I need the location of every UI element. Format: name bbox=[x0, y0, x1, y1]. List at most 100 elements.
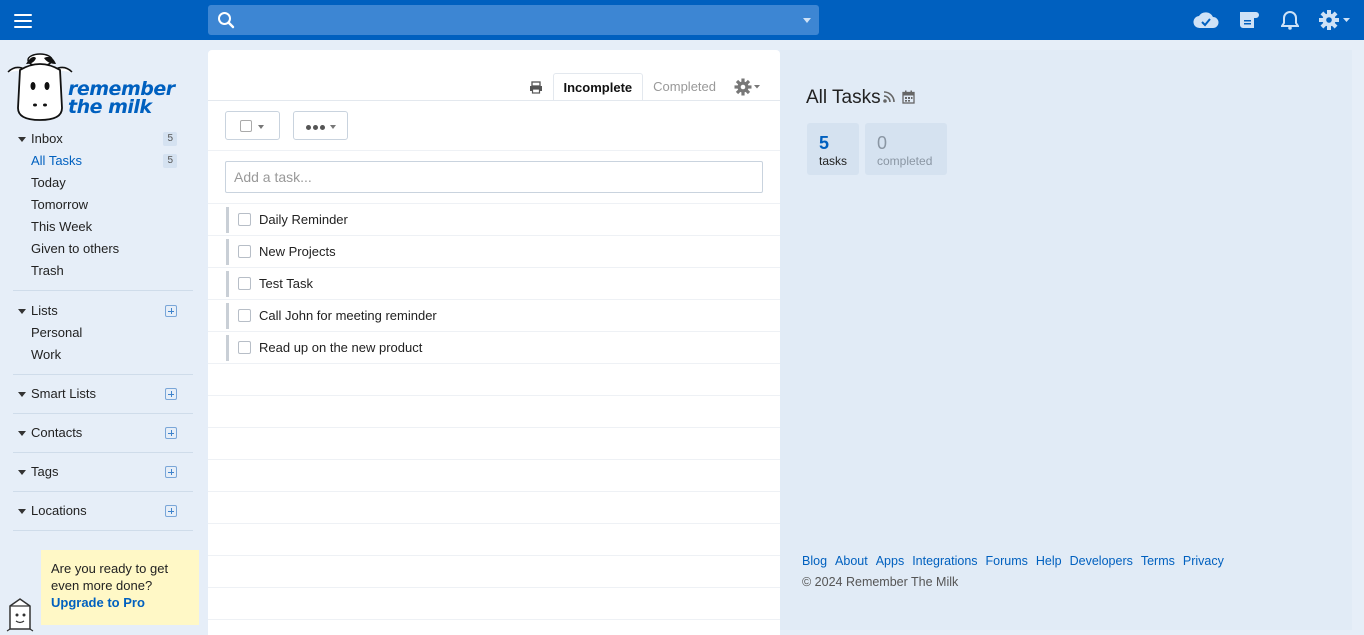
footer-link-privacy[interactable]: Privacy bbox=[1183, 554, 1224, 568]
footer-link-developers[interactable]: Developers bbox=[1070, 554, 1133, 568]
stat-label: completed bbox=[877, 154, 933, 168]
sidebar-item-lists[interactable]: Lists bbox=[13, 300, 193, 322]
divider bbox=[13, 290, 193, 291]
divider bbox=[13, 452, 193, 453]
collapse-triangle-icon[interactable] bbox=[18, 137, 26, 142]
footer-link-blog[interactable]: Blog bbox=[802, 554, 827, 568]
promo-text: Are you ready to get even more done? bbox=[51, 561, 169, 593]
sidebar-item-label: Trash bbox=[31, 263, 64, 278]
sidebar-item-label: Given to others bbox=[31, 241, 120, 256]
search-icon bbox=[218, 12, 235, 29]
milk-carton-icon bbox=[6, 598, 34, 632]
empty-row bbox=[208, 555, 780, 587]
sidebar: remember the milk Inbox 5 All Tasks 5 To… bbox=[0, 40, 208, 635]
footer-link-forums[interactable]: Forums bbox=[986, 554, 1028, 568]
collapse-triangle-icon[interactable] bbox=[18, 309, 26, 314]
checkbox-icon bbox=[240, 120, 252, 132]
stat-number: 0 bbox=[877, 133, 888, 153]
tab-incomplete[interactable]: Incomplete bbox=[552, 73, 644, 101]
sync-cloud-icon[interactable] bbox=[1192, 8, 1220, 32]
task-name: New Projects bbox=[259, 244, 336, 259]
task-checkbox[interactable] bbox=[238, 309, 251, 322]
add-smart-list-icon[interactable] bbox=[165, 388, 177, 400]
remember-the-milk-logo[interactable]: remember the milk bbox=[6, 50, 176, 122]
task-checkbox[interactable] bbox=[238, 213, 251, 226]
stat-label: tasks bbox=[819, 154, 848, 168]
tab-completed[interactable]: Completed bbox=[643, 73, 726, 101]
sidebar-item-this-week[interactable]: This Week bbox=[13, 216, 193, 238]
notes-icon[interactable] bbox=[1234, 8, 1262, 32]
collapse-triangle-icon[interactable] bbox=[18, 392, 26, 397]
sidebar-item-given-to-others[interactable]: Given to others bbox=[13, 238, 193, 260]
footer-links: Blog About Apps Integrations Forums Help… bbox=[802, 554, 1224, 568]
search-options-chevron-icon[interactable] bbox=[803, 18, 811, 23]
add-list-icon[interactable] bbox=[165, 305, 177, 317]
upgrade-promo: Are you ready to get even more done? Upg… bbox=[41, 550, 199, 625]
menu-icon[interactable] bbox=[14, 11, 42, 31]
collapse-triangle-icon[interactable] bbox=[18, 509, 26, 514]
task-checkbox[interactable] bbox=[238, 245, 251, 258]
cow-mascot-icon bbox=[7, 53, 73, 121]
collapse-triangle-icon[interactable] bbox=[18, 431, 26, 436]
sidebar-item-inbox[interactable]: Inbox 5 bbox=[13, 128, 193, 150]
collapse-triangle-icon[interactable] bbox=[18, 470, 26, 475]
count-badge: 5 bbox=[163, 154, 177, 168]
footer-link-about[interactable]: About bbox=[835, 554, 868, 568]
list-settings-gear-icon[interactable] bbox=[734, 78, 764, 96]
task-row[interactable]: New Projects bbox=[208, 235, 780, 267]
sidebar-item-contacts[interactable]: Contacts bbox=[13, 422, 193, 444]
completed-count-stat[interactable]: 0 completed bbox=[865, 123, 947, 175]
add-task-input[interactable] bbox=[225, 161, 763, 193]
sidebar-item-tomorrow[interactable]: Tomorrow bbox=[13, 194, 193, 216]
task-row[interactable]: Call John for meeting reminder bbox=[208, 299, 780, 331]
logo-text: remember the milk bbox=[68, 78, 175, 118]
task-list-panel: Incomplete Completed Daily Reminder New … bbox=[208, 50, 780, 635]
footer-link-apps[interactable]: Apps bbox=[876, 554, 905, 568]
print-icon[interactable] bbox=[529, 80, 543, 94]
more-actions-button[interactable] bbox=[293, 111, 348, 140]
task-checkbox[interactable] bbox=[238, 277, 251, 290]
sidebar-item-label: Inbox bbox=[31, 131, 63, 146]
tasks-count-stat[interactable]: 5 tasks bbox=[807, 123, 859, 175]
footer-link-integrations[interactable]: Integrations bbox=[912, 554, 977, 568]
search-input[interactable] bbox=[244, 9, 794, 31]
sidebar-item-label: Lists bbox=[31, 303, 58, 318]
sidebar-item-label: Personal bbox=[31, 325, 83, 340]
task-row[interactable]: Test Task bbox=[208, 267, 780, 299]
footer-link-terms[interactable]: Terms bbox=[1141, 554, 1175, 568]
empty-row bbox=[208, 459, 780, 491]
tabs-underline bbox=[208, 100, 780, 101]
copyright: © 2024 Remember The Milk bbox=[802, 575, 959, 589]
rss-icon[interactable] bbox=[882, 90, 896, 104]
task-name: Daily Reminder bbox=[259, 212, 348, 227]
bell-icon[interactable] bbox=[1276, 8, 1304, 32]
task-row[interactable]: Daily Reminder bbox=[208, 203, 780, 235]
task-name: Call John for meeting reminder bbox=[259, 308, 437, 323]
sidebar-item-all-tasks[interactable]: All Tasks 5 bbox=[13, 150, 193, 172]
add-location-icon[interactable] bbox=[165, 505, 177, 517]
gear-icon[interactable] bbox=[1318, 8, 1352, 32]
empty-row bbox=[208, 395, 780, 427]
task-row[interactable]: Read up on the new product bbox=[208, 331, 780, 363]
sidebar-item-trash[interactable]: Trash bbox=[13, 260, 193, 282]
sidebar-item-label: Today bbox=[31, 175, 66, 190]
sidebar-item-label: Tags bbox=[31, 464, 59, 479]
priority-bar bbox=[226, 207, 229, 233]
sidebar-item-tags[interactable]: Tags bbox=[13, 461, 193, 483]
sidebar-item-work[interactable]: Work bbox=[13, 344, 193, 366]
sidebar-item-today[interactable]: Today bbox=[13, 172, 193, 194]
upgrade-to-pro-link[interactable]: Upgrade to Pro bbox=[51, 594, 189, 611]
calendar-icon[interactable] bbox=[902, 90, 915, 104]
task-checkbox[interactable] bbox=[238, 341, 251, 354]
priority-bar bbox=[226, 303, 229, 329]
select-tasks-button[interactable] bbox=[225, 111, 280, 140]
search-bar[interactable] bbox=[208, 5, 819, 35]
sidebar-item-smart-lists[interactable]: Smart Lists bbox=[13, 383, 193, 405]
divider bbox=[208, 150, 780, 151]
sidebar-item-personal[interactable]: Personal bbox=[13, 322, 193, 344]
sidebar-item-locations[interactable]: Locations bbox=[13, 500, 193, 522]
add-tag-icon[interactable] bbox=[165, 466, 177, 478]
footer-link-help[interactable]: Help bbox=[1036, 554, 1062, 568]
locations-section: Locations bbox=[13, 500, 193, 522]
add-contact-icon[interactable] bbox=[165, 427, 177, 439]
